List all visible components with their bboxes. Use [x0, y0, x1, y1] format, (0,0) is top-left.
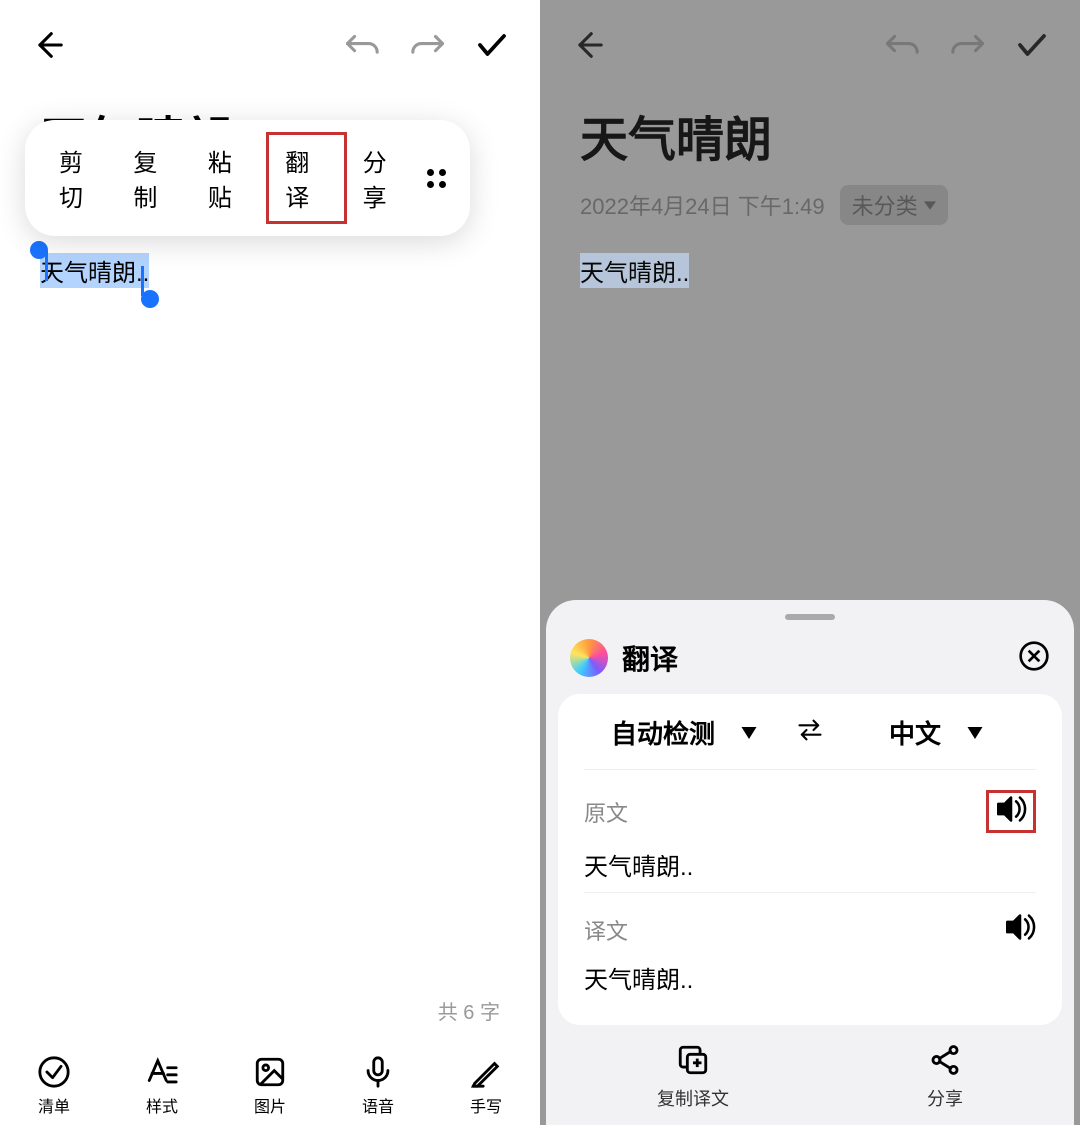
- copy-translation-button[interactable]: 复制译文: [657, 1043, 729, 1111]
- translate-logo-icon: [570, 639, 608, 677]
- selected-text[interactable]: 天气晴朗..: [40, 253, 149, 288]
- speak-translated-icon[interactable]: [1004, 913, 1036, 946]
- bottom-toolbar: 清单 样式 图片 语音 手写: [0, 1043, 540, 1125]
- confirm-icon[interactable]: [474, 27, 510, 63]
- screen-notes-editor: 天气晴朗 2022年4月24日 下午1:49 未分类 天气晴朗.. 剪切 复制 …: [0, 0, 540, 1125]
- source-language-select[interactable]: 自动检测: [584, 714, 784, 751]
- translated-text: 天气晴朗..: [584, 960, 1036, 995]
- undo-icon[interactable]: [346, 32, 380, 58]
- back-icon[interactable]: [30, 28, 64, 62]
- note-title[interactable]: 天气晴朗: [540, 100, 1080, 170]
- selection-handle-start[interactable]: [30, 241, 48, 259]
- undo-icon[interactable]: [886, 32, 920, 58]
- share-translation-button[interactable]: 分享: [927, 1043, 963, 1111]
- translate-panel: 翻译 自动检测 中文 原文: [546, 600, 1074, 1125]
- panel-title: 翻译: [622, 638, 1004, 678]
- swap-icon[interactable]: [784, 718, 836, 747]
- menu-paste[interactable]: 粘贴: [192, 135, 266, 221]
- selection-handle-end[interactable]: [141, 290, 159, 308]
- screen-translate-panel: 天气晴朗 2022年4月24日 下午1:49 未分类 天气晴朗.. 翻译 自动检…: [540, 0, 1080, 1125]
- panel-actions: 复制译文 分享: [558, 1025, 1062, 1125]
- topbar: [0, 0, 540, 90]
- word-count: 共 6 字: [438, 996, 500, 1025]
- note-body[interactable]: 天气晴朗..: [540, 253, 1080, 288]
- target-language-select[interactable]: 中文: [836, 714, 1036, 751]
- drag-handle[interactable]: [785, 614, 835, 620]
- panel-header: 翻译: [546, 632, 1074, 694]
- menu-translate[interactable]: 翻译: [266, 132, 346, 224]
- close-icon[interactable]: [1018, 640, 1050, 677]
- redo-icon[interactable]: [950, 32, 984, 58]
- note-date: 2022年4月24日 下午1:49: [580, 189, 825, 221]
- toolbar-style[interactable]: 样式: [145, 1055, 179, 1117]
- category-chip[interactable]: 未分类: [840, 185, 948, 225]
- note-body[interactable]: 天气晴朗..: [0, 253, 540, 288]
- text-context-menu: 剪切 复制 粘贴 翻译 分享: [25, 120, 470, 236]
- original-section: 原文 天气晴朗..: [584, 770, 1036, 892]
- translated-label: 译文: [584, 914, 628, 946]
- menu-copy[interactable]: 复制: [117, 135, 191, 221]
- chevron-down-icon: [741, 727, 757, 739]
- selected-text[interactable]: 天气晴朗..: [580, 253, 689, 288]
- translated-section: 译文 天气晴朗..: [584, 893, 1036, 1005]
- redo-icon[interactable]: [410, 32, 444, 58]
- toolbar-handwrite[interactable]: 手写: [469, 1055, 503, 1117]
- chevron-down-icon: [967, 727, 983, 739]
- toolbar-checklist[interactable]: 清单: [37, 1055, 71, 1117]
- date-row: 2022年4月24日 下午1:49 未分类: [540, 185, 1080, 225]
- speak-original-icon[interactable]: [986, 790, 1036, 833]
- toolbar-image[interactable]: 图片: [253, 1055, 287, 1117]
- back-icon[interactable]: [570, 28, 604, 62]
- menu-cut[interactable]: 剪切: [43, 135, 117, 221]
- language-row: 自动检测 中文: [584, 714, 1036, 770]
- menu-share[interactable]: 分享: [347, 135, 421, 221]
- confirm-icon[interactable]: [1014, 27, 1050, 63]
- original-label: 原文: [584, 796, 628, 828]
- topbar: [540, 0, 1080, 90]
- menu-more-icon[interactable]: [421, 163, 452, 194]
- original-text: 天气晴朗..: [584, 847, 1036, 882]
- toolbar-voice[interactable]: 语音: [361, 1055, 395, 1117]
- translate-card: 自动检测 中文 原文 天气晴朗..: [558, 694, 1062, 1025]
